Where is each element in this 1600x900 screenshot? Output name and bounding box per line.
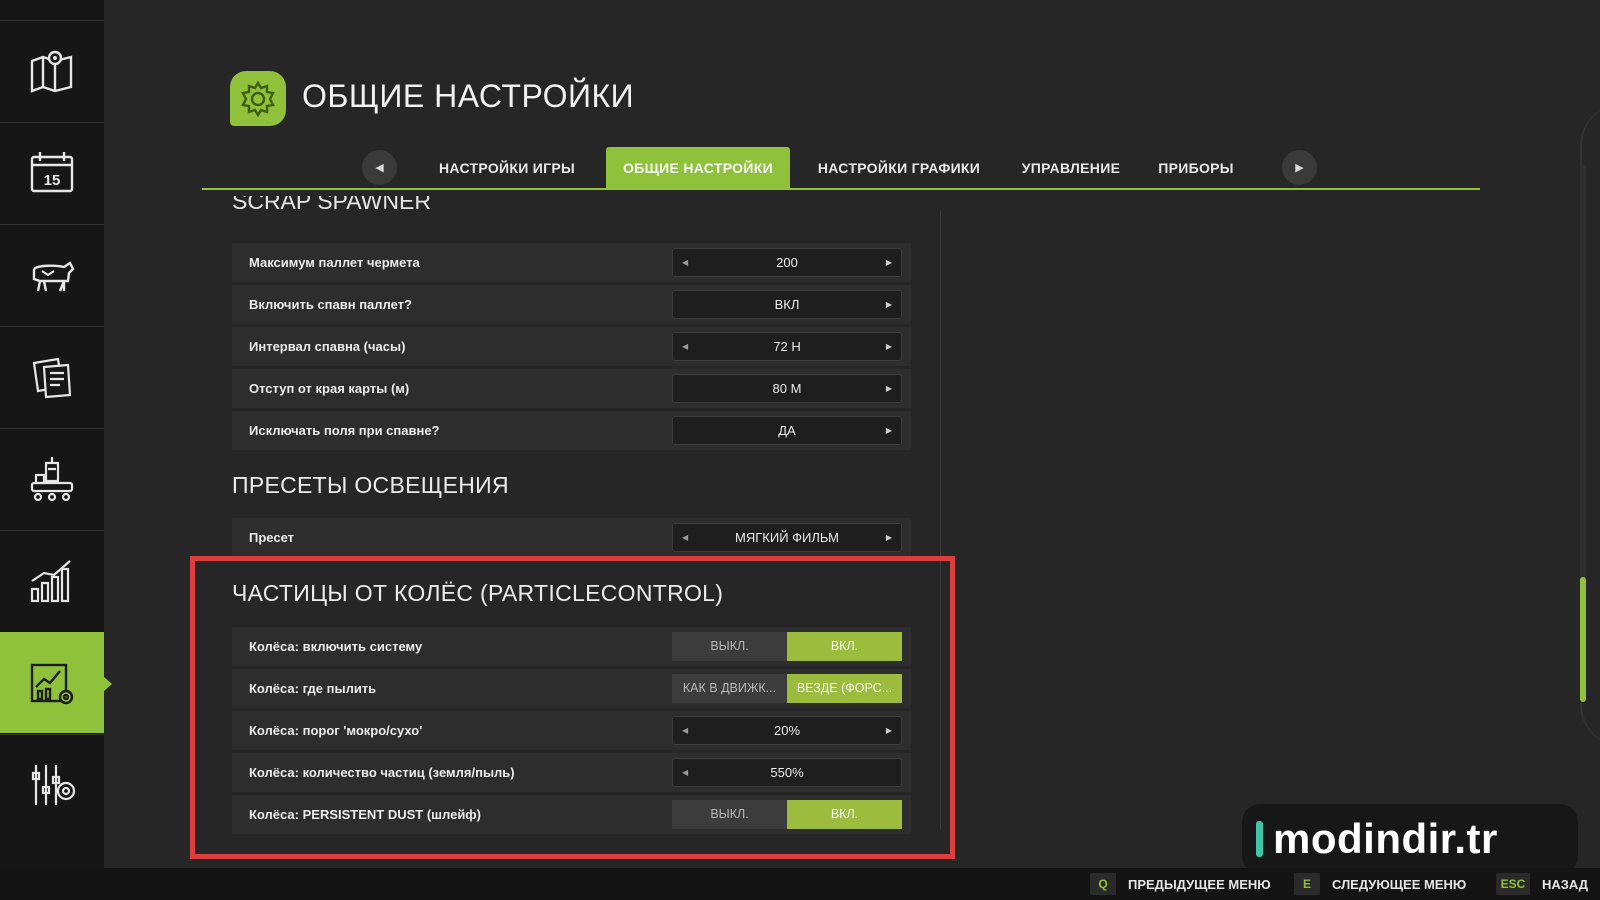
hint-label: НАЗАД bbox=[1542, 876, 1589, 892]
setting-label: Исключать поля при спавне? bbox=[249, 423, 440, 438]
stepper-value: ДА bbox=[778, 423, 796, 438]
key-badge: ESC bbox=[1496, 873, 1530, 895]
stepper-value: 200 bbox=[776, 255, 798, 270]
stepper-value: 80 M bbox=[772, 381, 802, 396]
map-icon bbox=[30, 50, 73, 93]
arrow-right-icon[interactable]: ▶ bbox=[886, 417, 892, 444]
hint-previous-menu[interactable]: Q ПРЕДЫДУЩЕЕ МЕНЮ bbox=[1090, 868, 1271, 900]
tab-prev-button[interactable]: ◀ bbox=[362, 150, 397, 185]
sidebar-item-map[interactable] bbox=[0, 20, 104, 121]
setting-label: Максимум паллет чермета bbox=[249, 255, 420, 270]
value-stepper[interactable]: ◀ 72 H ▶ bbox=[672, 332, 902, 361]
sidebar-item-contracts[interactable] bbox=[0, 326, 104, 427]
arrow-right-icon[interactable]: ▶ bbox=[886, 524, 892, 551]
stepper-value: 72 H bbox=[773, 339, 801, 354]
arrow-right-icon[interactable]: ▶ bbox=[886, 249, 892, 276]
sidebar-item-production[interactable] bbox=[0, 428, 104, 529]
value-stepper[interactable]: ◀ 200 ▶ bbox=[672, 248, 902, 277]
setting-label: Включить спавн паллет? bbox=[249, 297, 412, 312]
scrollbar-thumb[interactable] bbox=[1580, 577, 1586, 702]
section-scrap-spawner: SCRAP SPAWNER bbox=[232, 196, 912, 220]
tab-next-button[interactable]: ▶ bbox=[1282, 150, 1317, 185]
sidebar-item-settings-stats[interactable] bbox=[0, 632, 112, 733]
page-title: ОБЩИЕ НАСТРОЙКИ bbox=[302, 78, 635, 114]
sidebar-item-calendar[interactable]: 15 bbox=[0, 122, 104, 223]
value-stepper[interactable]: ВКЛ ▶ bbox=[672, 290, 902, 319]
header-icon-badge bbox=[230, 71, 286, 126]
setting-row-edge-offset: Отступ от края карты (м) 80 M ▶ bbox=[232, 369, 911, 408]
highlight-box bbox=[190, 556, 955, 859]
watermark: modindir.tr bbox=[1242, 804, 1578, 874]
stepper-value: МЯГКИЙ ФИЛЬМ bbox=[735, 530, 839, 545]
arrow-right-icon[interactable]: ▶ bbox=[886, 333, 892, 360]
setting-label: Интервал спавна (часы) bbox=[249, 339, 406, 354]
sidebar-item-game-settings[interactable] bbox=[0, 734, 104, 835]
section-title-scrap-spawner: SCRAP SPAWNER bbox=[232, 196, 431, 214]
calendar-icon: 15 bbox=[30, 152, 74, 193]
sidebar: 15 bbox=[0, 0, 112, 868]
setting-row-exclude-fields: Исключать поля при спавне? ДА ▶ bbox=[232, 411, 911, 450]
stepper-value: ВКЛ bbox=[774, 297, 800, 312]
tab-bar: ◀ НАСТРОЙКИ ИГРЫ ОБЩИЕ НАСТРОЙКИ НАСТРОЙ… bbox=[202, 147, 1480, 190]
hint-next-menu[interactable]: E СЛЕДУЮЩЕЕ МЕНЮ bbox=[1294, 868, 1466, 900]
setting-row-max-pallets: Максимум паллет чермета ◀ 200 ▶ bbox=[232, 243, 911, 282]
sidebar-item-animals[interactable] bbox=[0, 224, 104, 325]
settings-stats-icon bbox=[30, 663, 74, 705]
arrow-right-icon[interactable]: ▶ bbox=[886, 291, 892, 318]
game-settings-icon bbox=[31, 765, 76, 805]
production-icon bbox=[30, 457, 74, 502]
value-stepper[interactable]: 80 M ▶ bbox=[672, 374, 902, 403]
calendar-day: 15 bbox=[44, 172, 61, 189]
bottom-hint-bar: Q ПРЕДЫДУЩЕЕ МЕНЮ E СЛЕДУЮЩЕЕ МЕНЮ ESC Н… bbox=[0, 868, 1600, 900]
key-badge: Q bbox=[1090, 873, 1116, 895]
hint-label: ПРЕДЫДУЩЕЕ МЕНЮ bbox=[1128, 876, 1271, 892]
tab-general-settings[interactable]: ОБЩИЕ НАСТРОЙКИ bbox=[606, 147, 790, 188]
tab-game-settings[interactable]: НАСТРОЙКИ ИГРЫ bbox=[424, 147, 590, 188]
chevron-right-icon: ▶ bbox=[1295, 162, 1304, 174]
arrow-right-icon[interactable]: ▶ bbox=[886, 375, 892, 402]
gear-icon bbox=[241, 80, 275, 117]
sidebar-item-statistics[interactable] bbox=[0, 530, 104, 631]
tab-graphics-settings[interactable]: НАСТРОЙКИ ГРАФИКИ bbox=[806, 147, 992, 188]
watermark-bar bbox=[1256, 821, 1263, 857]
value-stepper[interactable]: ДА ▶ bbox=[672, 416, 902, 445]
chevron-left-icon: ◀ bbox=[375, 162, 384, 174]
hint-label: СЛЕДУЮЩЕЕ МЕНЮ bbox=[1332, 876, 1467, 892]
hint-back[interactable]: ESC НАЗАД bbox=[1496, 868, 1588, 900]
watermark-text: modindir.tr bbox=[1273, 815, 1498, 862]
setting-row-preset: Пресет ◀ МЯГКИЙ ФИЛЬМ ▶ bbox=[232, 518, 911, 557]
value-stepper[interactable]: ◀ МЯГКИЙ ФИЛЬМ ▶ bbox=[672, 523, 902, 552]
tab-devices[interactable]: ПРИБОРЫ bbox=[1148, 147, 1244, 188]
setting-label: Отступ от края карты (м) bbox=[249, 381, 410, 396]
section-title-lighting: ПРЕСЕТЫ ОСВЕЩЕНИЯ bbox=[232, 472, 509, 498]
tab-controls[interactable]: УПРАВЛЕНИЕ bbox=[1010, 147, 1132, 188]
key-badge: E bbox=[1294, 873, 1320, 895]
contracts-icon bbox=[32, 357, 72, 399]
setting-label: Пресет bbox=[249, 530, 294, 545]
statistics-icon bbox=[30, 560, 71, 603]
setting-row-enable-spawn: Включить спавн паллет? ВКЛ ▶ bbox=[232, 285, 911, 324]
cow-icon bbox=[32, 261, 75, 292]
setting-row-spawn-interval: Интервал спавна (часы) ◀ 72 H ▶ bbox=[232, 327, 911, 366]
